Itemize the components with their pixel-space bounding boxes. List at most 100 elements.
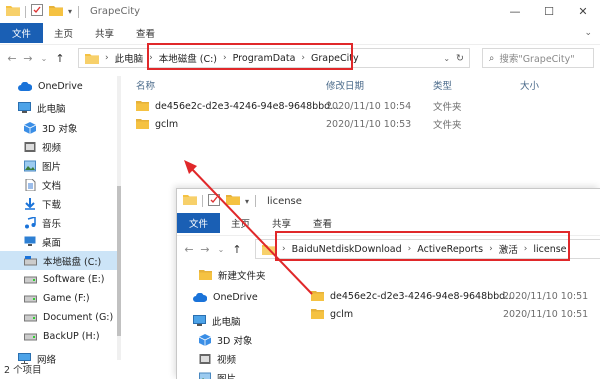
- new-folder-icon[interactable]: [226, 194, 240, 208]
- column-modified[interactable]: 修改日期: [326, 78, 364, 92]
- tab-home[interactable]: 主页: [43, 23, 84, 43]
- nav-3d-objects[interactable]: 3D 对象: [177, 330, 301, 349]
- column-type[interactable]: 类型: [433, 78, 452, 92]
- breadcrumb-grapecity[interactable]: GrapeCity: [311, 53, 359, 64]
- refresh-icon[interactable]: ↻: [456, 53, 464, 64]
- ribbon-tabs: 文件 主页 共享 查看: [177, 213, 600, 233]
- file-row[interactable]: gclm 2020/11/10 10:51: [305, 305, 600, 323]
- nav-documents[interactable]: 文档: [0, 175, 118, 194]
- file-row[interactable]: de456e2c-d2e3-4246-94e8-9648bbd... 2020/…: [305, 287, 600, 305]
- breadcrumb-activation[interactable]: 激活: [499, 242, 518, 256]
- search-input[interactable]: ⌕ 搜索"GrapeCity": [482, 48, 594, 68]
- document-icon: [25, 178, 36, 191]
- maximize-button[interactable]: ☐: [532, 0, 566, 23]
- scrollbar-thumb[interactable]: [117, 186, 121, 336]
- file-name: gclm: [330, 308, 354, 320]
- nav-label: Game (F:): [43, 293, 90, 304]
- breadcrumb-activereports[interactable]: ActiveReports: [417, 244, 483, 255]
- nav-new-folder[interactable]: 新建文件夹: [177, 265, 301, 284]
- nav-onedrive[interactable]: OneDrive: [177, 288, 301, 307]
- back-arrow-icon[interactable]: ←: [181, 243, 197, 256]
- tab-share[interactable]: 共享: [84, 23, 125, 43]
- properties-icon[interactable]: [31, 4, 43, 19]
- nav-drive-g[interactable]: Document (G:): [0, 308, 118, 327]
- breadcrumb-baidunetdiskdownload[interactable]: BaiduNetdiskDownload: [292, 244, 402, 255]
- nav-label: Document (G:): [43, 312, 114, 323]
- cloud-icon: [18, 82, 32, 91]
- address-bar[interactable]: › BaiduNetdiskDownload › ActiveReports ›…: [255, 239, 600, 259]
- recent-locations-icon[interactable]: ⌄: [213, 245, 229, 254]
- nav-drive-h[interactable]: BackUP (H:): [0, 327, 118, 346]
- drive-icon: [24, 276, 37, 283]
- nav-this-pc[interactable]: 此电脑: [0, 97, 118, 118]
- column-name[interactable]: 名称: [136, 78, 155, 92]
- up-arrow-icon[interactable]: ↑: [52, 52, 68, 65]
- nav-this-pc[interactable]: 此电脑: [177, 311, 301, 330]
- forward-arrow-icon[interactable]: →: [197, 243, 213, 256]
- computer-icon: [18, 102, 31, 113]
- back-arrow-icon[interactable]: ←: [4, 52, 20, 65]
- forward-arrow-icon[interactable]: →: [20, 52, 36, 65]
- address-bar[interactable]: › 此电脑 › 本地磁盘 (C:) › ProgramData › GrapeC…: [78, 48, 470, 68]
- nav-drive-e[interactable]: Software (E:): [0, 270, 118, 289]
- tab-file[interactable]: 文件: [177, 213, 221, 233]
- desktop-icon: [24, 236, 36, 246]
- nav-label: OneDrive: [38, 81, 83, 92]
- tab-share[interactable]: 共享: [261, 213, 302, 233]
- nav-onedrive[interactable]: OneDrive: [0, 76, 118, 97]
- file-row[interactable]: gclm 2020/11/10 10:53 文件夹: [128, 115, 600, 133]
- up-arrow-icon[interactable]: ↑: [229, 243, 245, 256]
- nav-drive-c[interactable]: 本地磁盘 (C:): [0, 251, 118, 270]
- cube-icon: [199, 333, 211, 346]
- file-name-cell: gclm: [311, 309, 353, 320]
- expand-ribbon-icon[interactable]: ⌄: [584, 28, 592, 38]
- tab-home[interactable]: 主页: [220, 213, 261, 233]
- customize-toolbar-icon[interactable]: ▾: [245, 197, 249, 206]
- breadcrumb-drive-c[interactable]: 本地磁盘 (C:): [159, 51, 217, 65]
- download-icon: [25, 197, 35, 210]
- chevron-right-icon: ›: [105, 53, 109, 63]
- video-icon: [199, 353, 211, 364]
- nav-desktop[interactable]: 桌面: [0, 232, 118, 251]
- nav-label: 本地磁盘 (C:): [43, 256, 102, 268]
- folder-icon: [85, 53, 99, 64]
- nav-label: 下载: [42, 199, 62, 211]
- nav-music[interactable]: 音乐: [0, 213, 118, 232]
- address-dropdown-icon[interactable]: ⌄: [443, 54, 450, 63]
- breadcrumb-license[interactable]: license: [533, 244, 566, 255]
- tab-file[interactable]: 文件: [0, 23, 44, 43]
- new-folder-icon[interactable]: [49, 5, 63, 19]
- breadcrumb-programdata[interactable]: ProgramData: [233, 53, 296, 64]
- chevron-right-icon: ›: [523, 244, 528, 254]
- nav-scrollbar[interactable]: [117, 76, 121, 360]
- search-icon: ⌕: [489, 52, 495, 64]
- file-name-cell: de456e2c-d2e3-4246-94e8-9648bbd...: [311, 291, 514, 302]
- breadcrumb-this-pc[interactable]: 此电脑: [115, 51, 144, 65]
- drive-icon: [24, 255, 37, 265]
- file-name: de456e2c-d2e3-4246-94e8-9648bbd...: [155, 100, 340, 112]
- nav-downloads[interactable]: 下载: [0, 194, 118, 213]
- tab-view[interactable]: 查看: [302, 213, 343, 233]
- column-size[interactable]: 大小: [520, 78, 539, 92]
- recent-locations-icon[interactable]: ⌄: [36, 54, 52, 63]
- nav-pictures[interactable]: 图片: [0, 156, 118, 175]
- nav-3d-objects[interactable]: 3D 对象: [0, 118, 118, 137]
- minimize-button[interactable]: —: [498, 0, 532, 23]
- search-placeholder: 搜索"GrapeCity": [499, 54, 575, 65]
- nav-label: 文档: [42, 180, 62, 192]
- close-button[interactable]: ✕: [566, 0, 600, 23]
- nav-drive-f[interactable]: Game (F:): [0, 289, 118, 308]
- nav-label: 视频: [42, 142, 62, 154]
- nav-label: 新建文件夹: [218, 270, 266, 282]
- folder-icon: [183, 194, 197, 208]
- divider: [78, 5, 80, 18]
- tab-view[interactable]: 查看: [125, 23, 166, 43]
- properties-icon[interactable]: [208, 193, 220, 209]
- picture-icon: [24, 160, 36, 171]
- file-row[interactable]: de456e2c-d2e3-4246-94e8-9648bbd... 2020/…: [128, 97, 600, 115]
- nav-pictures[interactable]: 图片: [177, 368, 301, 379]
- drive-icon: [24, 295, 37, 302]
- nav-videos[interactable]: 视频: [177, 349, 301, 368]
- nav-videos[interactable]: 视频: [0, 137, 118, 156]
- customize-toolbar-icon[interactable]: ▾: [68, 7, 72, 16]
